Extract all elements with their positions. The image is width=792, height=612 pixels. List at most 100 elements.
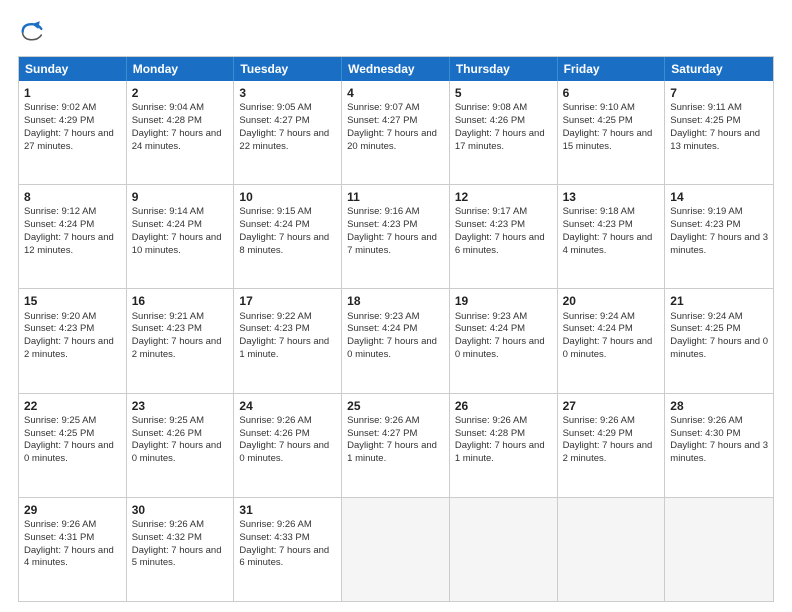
day-number: 1 (24, 85, 121, 101)
calendar-cell: 19Sunrise: 9:23 AMSunset: 4:24 PMDayligh… (450, 289, 558, 392)
calendar-cell: 6Sunrise: 9:10 AMSunset: 4:25 PMDaylight… (558, 81, 666, 184)
calendar-cell: 10Sunrise: 9:15 AMSunset: 4:24 PMDayligh… (234, 185, 342, 288)
day-number: 31 (239, 502, 336, 518)
day-info: Sunset: 4:24 PM (24, 219, 121, 232)
day-info: Sunrise: 9:25 AM (24, 415, 121, 428)
day-number: 5 (455, 85, 552, 101)
day-info: Daylight: 7 hours and 0 minutes. (347, 336, 444, 362)
calendar-cell: 28Sunrise: 9:26 AMSunset: 4:30 PMDayligh… (665, 394, 773, 497)
day-number: 23 (132, 398, 229, 414)
day-number: 20 (563, 293, 660, 309)
day-info: Sunrise: 9:10 AM (563, 102, 660, 115)
day-number: 7 (670, 85, 768, 101)
day-number: 9 (132, 189, 229, 205)
day-info: Sunrise: 9:23 AM (347, 311, 444, 324)
day-info: Sunrise: 9:26 AM (24, 519, 121, 532)
day-info: Sunrise: 9:22 AM (239, 311, 336, 324)
day-number: 6 (563, 85, 660, 101)
day-info: Sunset: 4:23 PM (132, 323, 229, 336)
day-info: Sunrise: 9:11 AM (670, 102, 768, 115)
calendar-cell: 26Sunrise: 9:26 AMSunset: 4:28 PMDayligh… (450, 394, 558, 497)
day-info: Sunrise: 9:17 AM (455, 206, 552, 219)
day-info: Sunset: 4:24 PM (563, 323, 660, 336)
calendar-cell: 24Sunrise: 9:26 AMSunset: 4:26 PMDayligh… (234, 394, 342, 497)
day-info: Sunrise: 9:18 AM (563, 206, 660, 219)
day-info: Daylight: 7 hours and 22 minutes. (239, 128, 336, 154)
calendar-cell: 15Sunrise: 9:20 AMSunset: 4:23 PMDayligh… (19, 289, 127, 392)
day-info: Daylight: 7 hours and 27 minutes. (24, 128, 121, 154)
day-info: Sunrise: 9:26 AM (239, 415, 336, 428)
calendar-cell: 8Sunrise: 9:12 AMSunset: 4:24 PMDaylight… (19, 185, 127, 288)
day-number: 17 (239, 293, 336, 309)
day-number: 14 (670, 189, 768, 205)
day-info: Sunset: 4:27 PM (347, 115, 444, 128)
day-info: Sunrise: 9:26 AM (455, 415, 552, 428)
day-info: Sunrise: 9:14 AM (132, 206, 229, 219)
day-number: 12 (455, 189, 552, 205)
day-number: 8 (24, 189, 121, 205)
calendar-week-4: 22Sunrise: 9:25 AMSunset: 4:25 PMDayligh… (19, 393, 773, 497)
calendar-cell (558, 498, 666, 601)
page: SundayMondayTuesdayWednesdayThursdayFrid… (0, 0, 792, 612)
header-day-monday: Monday (127, 57, 235, 81)
calendar-header: SundayMondayTuesdayWednesdayThursdayFrid… (19, 57, 773, 81)
day-info: Sunset: 4:23 PM (455, 219, 552, 232)
day-number: 28 (670, 398, 768, 414)
calendar-body: 1Sunrise: 9:02 AMSunset: 4:29 PMDaylight… (19, 81, 773, 601)
day-info: Sunset: 4:26 PM (239, 428, 336, 441)
day-info: Daylight: 7 hours and 12 minutes. (24, 232, 121, 258)
day-number: 27 (563, 398, 660, 414)
day-info: Daylight: 7 hours and 13 minutes. (670, 128, 768, 154)
day-info: Sunrise: 9:25 AM (132, 415, 229, 428)
day-info: Sunrise: 9:24 AM (670, 311, 768, 324)
day-info: Daylight: 7 hours and 4 minutes. (563, 232, 660, 258)
day-info: Daylight: 7 hours and 3 minutes. (670, 232, 768, 258)
day-number: 26 (455, 398, 552, 414)
header-day-tuesday: Tuesday (234, 57, 342, 81)
calendar-cell (665, 498, 773, 601)
day-number: 11 (347, 189, 444, 205)
day-info: Daylight: 7 hours and 8 minutes. (239, 232, 336, 258)
calendar: SundayMondayTuesdayWednesdayThursdayFrid… (18, 56, 774, 602)
day-info: Sunset: 4:23 PM (347, 219, 444, 232)
day-info: Sunrise: 9:26 AM (239, 519, 336, 532)
day-info: Sunset: 4:26 PM (132, 428, 229, 441)
day-number: 19 (455, 293, 552, 309)
day-info: Sunset: 4:29 PM (24, 115, 121, 128)
day-number: 3 (239, 85, 336, 101)
day-info: Sunrise: 9:26 AM (132, 519, 229, 532)
calendar-cell: 17Sunrise: 9:22 AMSunset: 4:23 PMDayligh… (234, 289, 342, 392)
day-info: Sunset: 4:23 PM (563, 219, 660, 232)
day-number: 30 (132, 502, 229, 518)
day-info: Sunset: 4:24 PM (132, 219, 229, 232)
day-info: Sunrise: 9:16 AM (347, 206, 444, 219)
calendar-cell: 1Sunrise: 9:02 AMSunset: 4:29 PMDaylight… (19, 81, 127, 184)
day-info: Sunset: 4:23 PM (24, 323, 121, 336)
day-info: Sunset: 4:28 PM (132, 115, 229, 128)
day-info: Daylight: 7 hours and 1 minute. (239, 336, 336, 362)
logo (18, 18, 50, 46)
day-info: Sunrise: 9:05 AM (239, 102, 336, 115)
day-info: Daylight: 7 hours and 2 minutes. (132, 336, 229, 362)
day-info: Daylight: 7 hours and 1 minute. (455, 440, 552, 466)
calendar-cell: 5Sunrise: 9:08 AMSunset: 4:26 PMDaylight… (450, 81, 558, 184)
day-info: Sunset: 4:24 PM (455, 323, 552, 336)
day-number: 18 (347, 293, 444, 309)
day-info: Sunrise: 9:08 AM (455, 102, 552, 115)
logo-icon (18, 18, 46, 46)
calendar-week-5: 29Sunrise: 9:26 AMSunset: 4:31 PMDayligh… (19, 497, 773, 601)
day-info: Sunrise: 9:20 AM (24, 311, 121, 324)
header-day-saturday: Saturday (665, 57, 773, 81)
day-info: Daylight: 7 hours and 7 minutes. (347, 232, 444, 258)
day-info: Sunrise: 9:21 AM (132, 311, 229, 324)
calendar-cell: 11Sunrise: 9:16 AMSunset: 4:23 PMDayligh… (342, 185, 450, 288)
day-info: Daylight: 7 hours and 2 minutes. (24, 336, 121, 362)
calendar-cell: 4Sunrise: 9:07 AMSunset: 4:27 PMDaylight… (342, 81, 450, 184)
day-info: Sunrise: 9:12 AM (24, 206, 121, 219)
day-info: Daylight: 7 hours and 0 minutes. (563, 336, 660, 362)
calendar-cell: 22Sunrise: 9:25 AMSunset: 4:25 PMDayligh… (19, 394, 127, 497)
header-day-sunday: Sunday (19, 57, 127, 81)
calendar-week-2: 8Sunrise: 9:12 AMSunset: 4:24 PMDaylight… (19, 184, 773, 288)
day-info: Daylight: 7 hours and 5 minutes. (132, 545, 229, 571)
day-info: Daylight: 7 hours and 20 minutes. (347, 128, 444, 154)
